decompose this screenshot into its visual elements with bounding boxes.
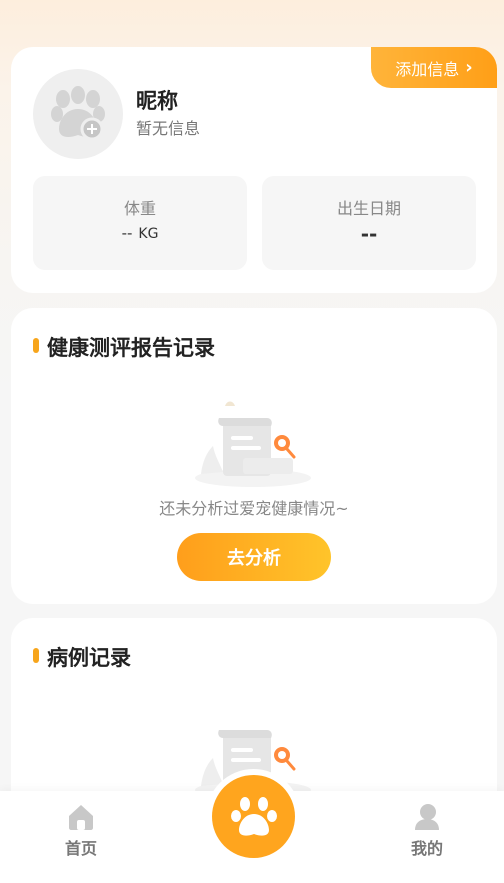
title-accent-bar — [33, 648, 39, 663]
weight-unit: KG — [138, 226, 159, 242]
go-analyze-button[interactable]: 去分析 — [177, 533, 331, 581]
weight-value: -- KG — [33, 224, 247, 242]
weight-box[interactable]: 体重 -- KG — [33, 176, 247, 270]
chevron-right-icon: › — [465, 57, 473, 78]
home-icon — [69, 805, 93, 830]
weight-label: 体重 — [123, 199, 156, 218]
weight-number: -- — [121, 224, 133, 242]
pet-nickname: 昵称 — [136, 89, 178, 113]
nav-mine-label: 我的 — [410, 839, 443, 858]
case-records-title: 病例记录 — [47, 646, 131, 670]
birth-date-box[interactable]: 出生日期 -- — [262, 176, 476, 270]
health-report-card: 健康测评报告记录 还未分析过爱宠健康情况~ 去分析 — [11, 308, 497, 604]
pet-info-text: 暂无信息 — [136, 119, 201, 138]
add-info-button[interactable]: 添加信息 › — [371, 47, 497, 88]
center-paw-button[interactable] — [212, 775, 295, 858]
title-accent-bar — [33, 338, 39, 353]
empty-document-search-icon — [195, 401, 311, 487]
user-icon — [415, 804, 439, 830]
nav-home[interactable]: 首页 — [46, 803, 116, 859]
health-report-title: 健康测评报告记录 — [47, 336, 215, 360]
pet-profile-card: 添加信息 › 昵称 暂无信息 体重 -- KG 出生日期 -- — [11, 47, 497, 293]
nav-home-label: 首页 — [64, 839, 97, 858]
page: 添加信息 › 昵称 暂无信息 体重 -- KG 出生日期 -- 健康测评报告记录… — [0, 0, 504, 883]
paw-icon — [230, 796, 277, 836]
pet-avatar[interactable] — [33, 69, 123, 159]
birth-date-label: 出生日期 — [336, 199, 401, 218]
nav-mine[interactable]: 我的 — [392, 803, 462, 859]
paw-add-icon — [51, 86, 105, 141]
birth-date-value: -- — [360, 222, 378, 246]
add-info-label: 添加信息 — [395, 59, 460, 79]
empty-report-text: 还未分析过爱宠健康情况~ — [159, 499, 349, 518]
